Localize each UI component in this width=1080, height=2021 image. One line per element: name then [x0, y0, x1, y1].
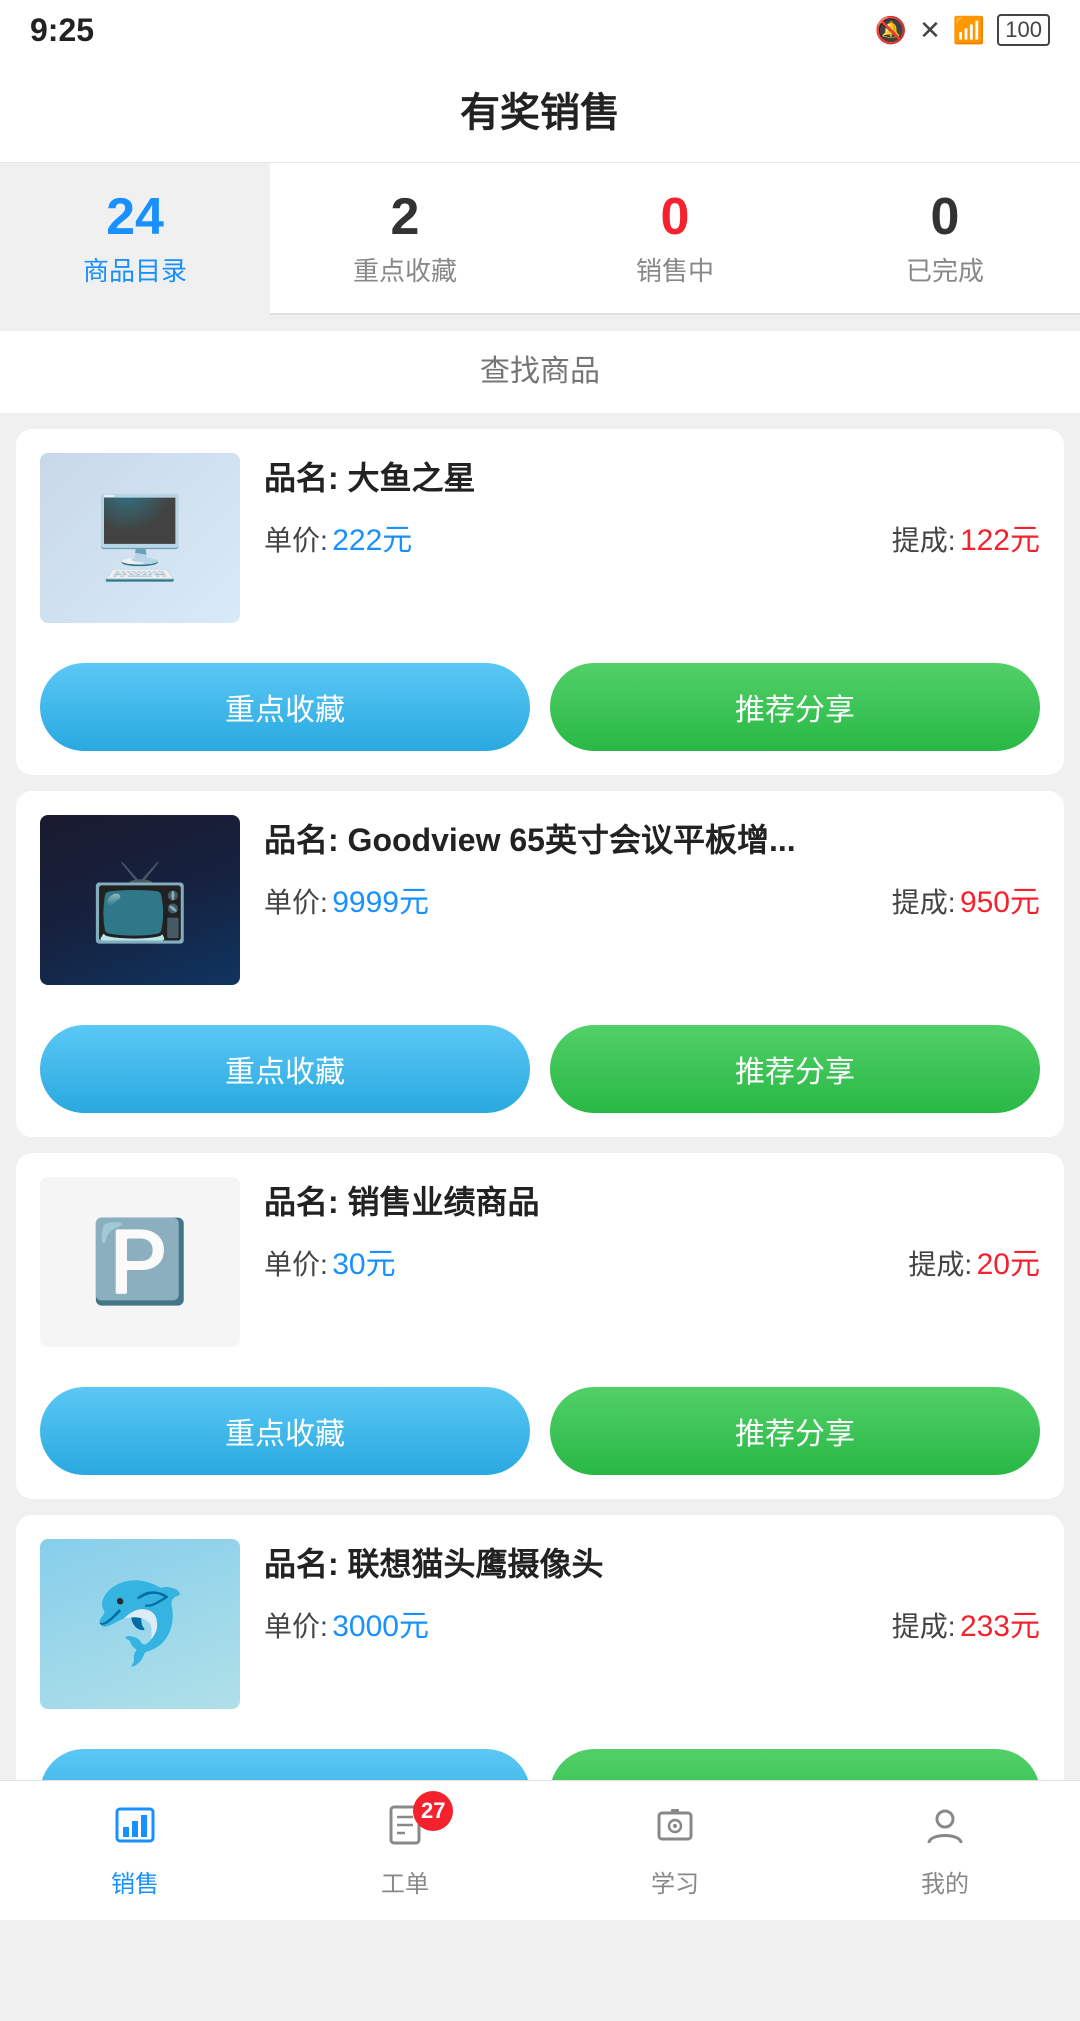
study-icon [653, 1803, 697, 1858]
sales-icon [113, 1803, 157, 1858]
search-container [0, 331, 1080, 413]
share-button-1[interactable]: 推荐分享 [550, 663, 1040, 751]
product-actions-2: 重点收藏 推荐分享 [40, 1025, 1040, 1113]
nav-label-workorder: 工单 [381, 1864, 429, 1899]
nav-label-sales: 销售 [111, 1864, 159, 1899]
product-price-row-2: 单价: 9999元 提成: 950元 [264, 877, 1040, 921]
product-top: 品名: 联想猫头鹰摄像头 单价: 3000元 提成: 233元 [40, 1539, 1040, 1709]
product-name-3: 品名: 销售业绩商品 [264, 1177, 1040, 1223]
commission-1: 提成: 122元 [892, 515, 1040, 559]
search-input[interactable] [30, 355, 1050, 389]
tab-featured-number: 2 [391, 191, 420, 243]
collect-button-1[interactable]: 重点收藏 [40, 663, 530, 751]
product-price-row-3: 单价: 30元 提成: 20元 [264, 1239, 1040, 1283]
close-icon: ✕ [919, 15, 941, 46]
product-card: 品名: 销售业绩商品 单价: 30元 提成: 20元 重点收藏 推荐分享 [16, 1153, 1064, 1499]
product-card: 品名: 大鱼之星 单价: 222元 提成: 122元 重点收藏 推荐分享 [16, 429, 1064, 775]
product-image-3 [40, 1177, 240, 1347]
tab-featured-label: 重点收藏 [353, 251, 457, 288]
product-image-1 [40, 453, 240, 623]
status-bar: 9:25 🔕 ✕ 📶 100 [0, 0, 1080, 60]
tab-catalog-number: 24 [106, 191, 164, 243]
price-3: 单价: 30元 [264, 1239, 396, 1283]
tab-completed[interactable]: 0 已完成 [810, 163, 1080, 315]
price-label-1: 单价: 222元 [264, 515, 412, 559]
tab-selling[interactable]: 0 销售中 [540, 163, 810, 315]
share-button-2[interactable]: 推荐分享 [550, 1025, 1040, 1113]
nav-item-mine[interactable]: 我的 [810, 1781, 1080, 1920]
commission-4: 提成: 233元 [892, 1601, 1040, 1645]
product-price-row-1: 单价: 222元 提成: 122元 [264, 515, 1040, 559]
price-2: 单价: 9999元 [264, 877, 429, 921]
product-card: 品名: Goodview 65英寸会议平板增... 单价: 9999元 提成: … [16, 791, 1064, 1137]
page-title: 有奖销售 [460, 91, 620, 135]
product-name-4: 品名: 联想猫头鹰摄像头 [264, 1539, 1040, 1585]
product-actions-1: 重点收藏 推荐分享 [40, 663, 1040, 751]
tab-featured[interactable]: 2 重点收藏 [270, 163, 540, 315]
mine-icon [923, 1803, 967, 1858]
product-price-row-4: 单价: 3000元 提成: 233元 [264, 1601, 1040, 1645]
commission-2: 提成: 950元 [892, 877, 1040, 921]
tab-selling-label: 销售中 [636, 251, 714, 288]
tab-completed-label: 已完成 [906, 251, 984, 288]
status-time: 9:25 [30, 12, 94, 49]
wifi-icon: 📶 [953, 15, 985, 46]
nav-label-study: 学习 [651, 1864, 699, 1899]
product-image-4 [40, 1539, 240, 1709]
nav-item-workorder[interactable]: 27 工单 [270, 1781, 540, 1920]
product-top: 品名: 销售业绩商品 单价: 30元 提成: 20元 [40, 1177, 1040, 1347]
product-image-2 [40, 815, 240, 985]
nav-item-study[interactable]: 学习 [540, 1781, 810, 1920]
product-actions-3: 重点收藏 推荐分享 [40, 1387, 1040, 1475]
tab-bar: 24 商品目录 2 重点收藏 0 销售中 0 已完成 [0, 163, 1080, 315]
tab-completed-number: 0 [931, 191, 960, 243]
tab-selling-number: 0 [661, 191, 690, 243]
collect-button-3[interactable]: 重点收藏 [40, 1387, 530, 1475]
status-icons: 🔕 ✕ 📶 100 [875, 14, 1050, 46]
product-name-2: 品名: Goodview 65英寸会议平板增... [264, 815, 1040, 861]
workorder-badge: 27 [413, 1791, 453, 1831]
nav-label-mine: 我的 [921, 1864, 969, 1899]
bottom-nav: 销售 27 工单 学习 [0, 1780, 1080, 1920]
commission-3: 提成: 20元 [908, 1239, 1040, 1283]
tab-catalog[interactable]: 24 商品目录 [0, 163, 270, 315]
nav-item-sales[interactable]: 销售 [0, 1781, 270, 1920]
battery-icon: 100 [997, 14, 1050, 46]
product-top: 品名: Goodview 65英寸会议平板增... 单价: 9999元 提成: … [40, 815, 1040, 985]
share-button-3[interactable]: 推荐分享 [550, 1387, 1040, 1475]
product-info-3: 品名: 销售业绩商品 单价: 30元 提成: 20元 [264, 1177, 1040, 1283]
product-info-1: 品名: 大鱼之星 单价: 222元 提成: 122元 [264, 453, 1040, 559]
product-info-2: 品名: Goodview 65英寸会议平板增... 单价: 9999元 提成: … [264, 815, 1040, 921]
product-name-1: 品名: 大鱼之星 [264, 453, 1040, 499]
price-4: 单价: 3000元 [264, 1601, 429, 1645]
collect-button-2[interactable]: 重点收藏 [40, 1025, 530, 1113]
page-header: 有奖销售 [0, 60, 1080, 163]
product-top: 品名: 大鱼之星 单价: 222元 提成: 122元 [40, 453, 1040, 623]
product-info-4: 品名: 联想猫头鹰摄像头 单价: 3000元 提成: 233元 [264, 1539, 1040, 1645]
bell-icon: 🔕 [875, 15, 907, 46]
tab-catalog-label: 商品目录 [83, 251, 187, 288]
